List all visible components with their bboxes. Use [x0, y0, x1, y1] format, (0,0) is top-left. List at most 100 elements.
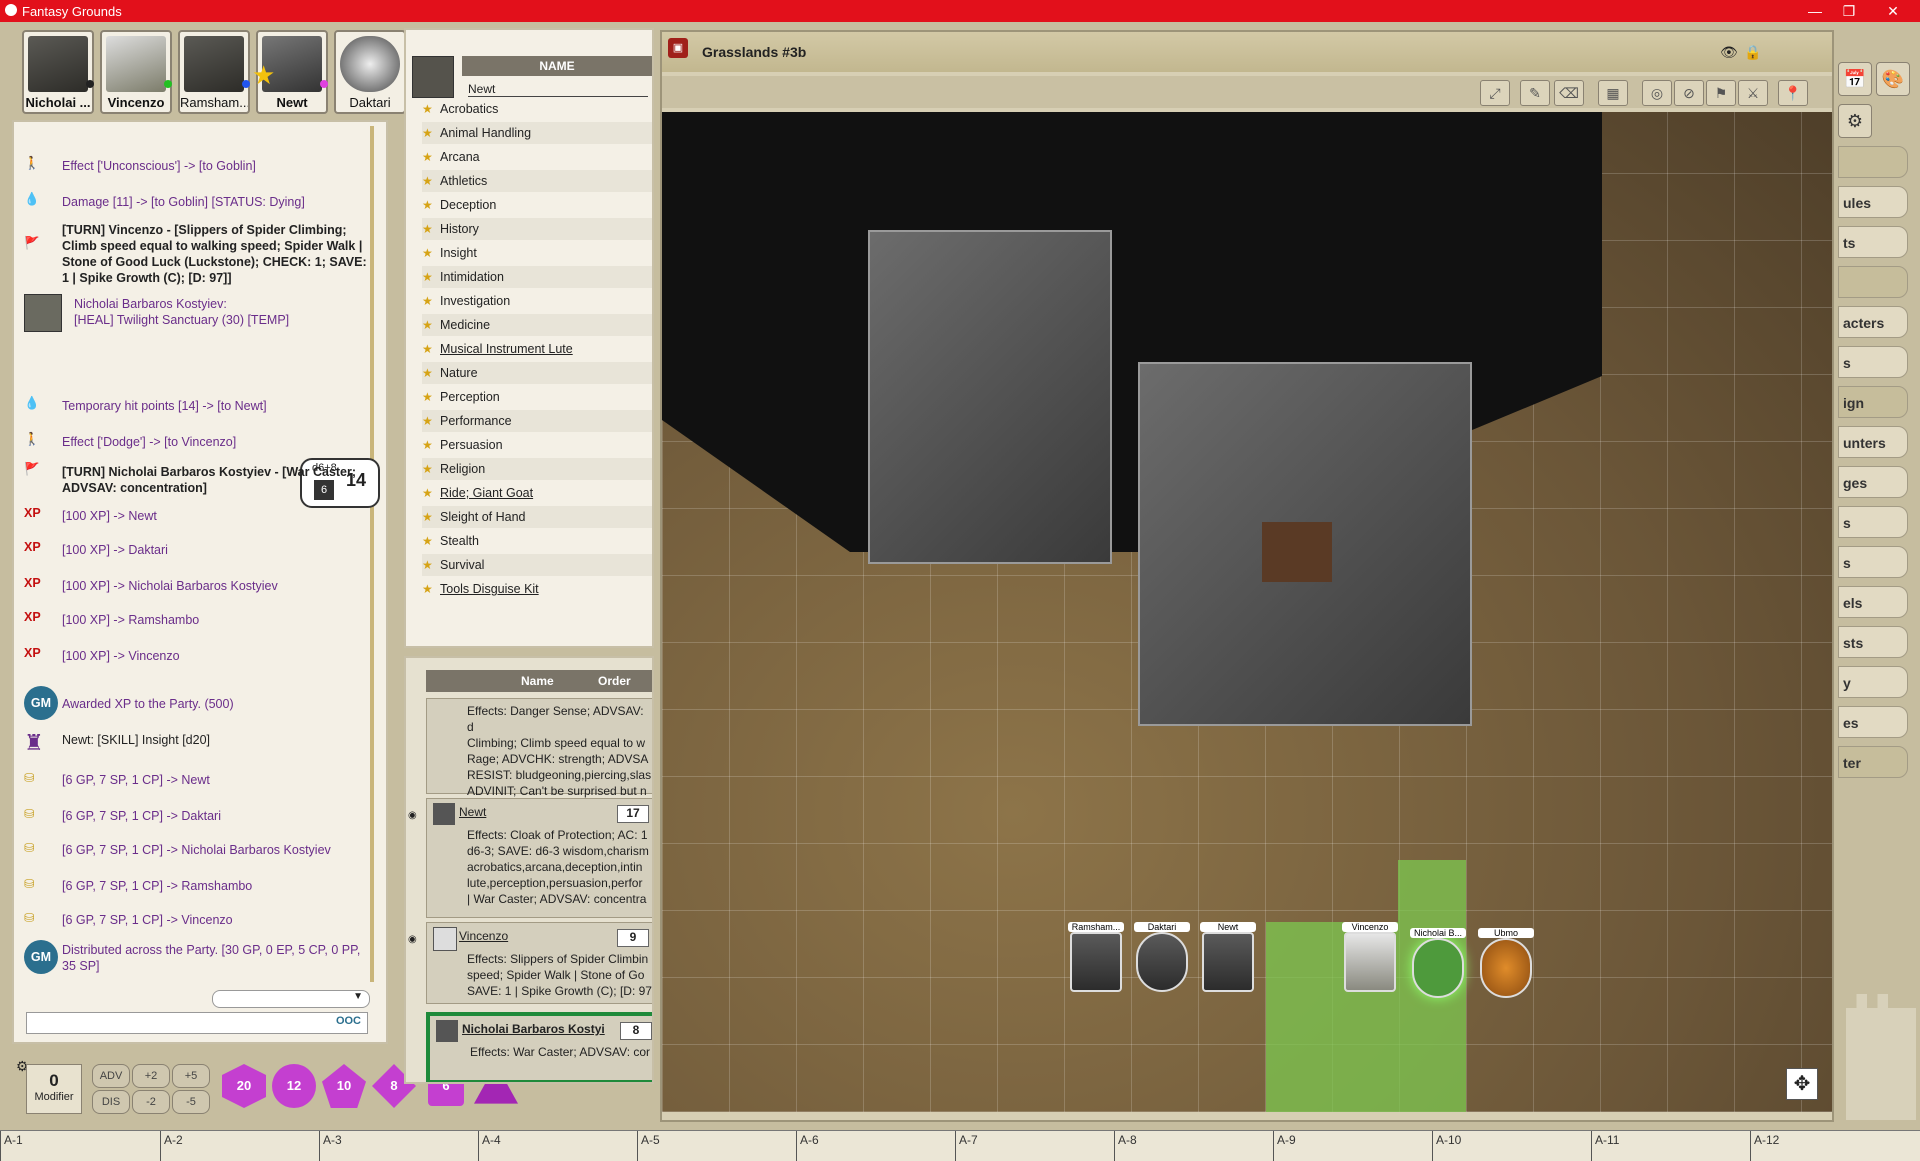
maximize-button[interactable]: ❐ — [1834, 2, 1864, 20]
options-gear-icon[interactable]: ⚙ — [1838, 104, 1872, 138]
sidebar-item-story[interactable]: y — [1838, 666, 1908, 698]
sidebar-item-campaign[interactable]: ign — [1838, 386, 1908, 418]
chat-panel: 🚶 Effect ['Unconscious'] -> [to Goblin] 💧… — [12, 120, 388, 1044]
sidebar-item-notes[interactable]: s — [1838, 546, 1908, 578]
map-token-ubmo[interactable]: Ubmo — [1478, 928, 1534, 998]
chat-mode-dropdown[interactable]: ▼ — [212, 990, 370, 1008]
skill-row[interactable]: ★ Sleight of Hand — [422, 506, 652, 528]
skill-row[interactable]: ★ Stealth — [422, 530, 652, 552]
hotkey-slot[interactable]: A-7 — [955, 1131, 978, 1161]
hotkey-slot[interactable]: A-2 — [160, 1131, 183, 1161]
skill-row[interactable]: ★ Persuasion — [422, 434, 652, 456]
radio-icon[interactable]: ◉ — [408, 810, 417, 821]
skill-row[interactable]: ★ Musical Instrument Lute — [422, 338, 652, 360]
skill-row[interactable]: ★ Intimidation — [422, 266, 652, 288]
radio-icon[interactable]: ◉ — [408, 934, 417, 945]
flag-icon[interactable]: ⚑ — [1706, 80, 1736, 106]
d12-die[interactable]: 12 — [272, 1064, 316, 1108]
skill-row[interactable]: ★ Ride; Giant Goat — [422, 482, 652, 504]
star-icon: ★ — [422, 342, 433, 356]
portrait-nicholai[interactable]: Nicholai ... — [22, 30, 94, 114]
hotkey-slot[interactable]: A-1 — [0, 1131, 23, 1161]
portrait-vincenzo[interactable]: Vincenzo — [100, 30, 172, 114]
portrait-ramshambo[interactable]: Ramsham... — [178, 30, 250, 114]
sidebar-item-rules[interactable]: ules — [1838, 186, 1908, 218]
lock-icon[interactable]: 🔒 — [1744, 44, 1761, 61]
hotkey-slot[interactable]: A-5 — [637, 1131, 660, 1161]
combat-entry-newt[interactable]: Newt 17 Effects: Cloak of Protection; AC… — [426, 798, 652, 918]
minus5-button[interactable]: -5 — [172, 1090, 210, 1114]
select-icon[interactable]: ▦ — [1598, 80, 1628, 106]
modifier-box[interactable]: 0 Modifier — [26, 1064, 82, 1114]
portrait-name: Ramsham... — [180, 95, 248, 110]
target-icon[interactable]: ◎ — [1642, 80, 1672, 106]
sidebar-item-items[interactable]: s — [1838, 506, 1908, 538]
map-token-nicholai[interactable]: Nicholai B... — [1410, 928, 1466, 998]
skill-row[interactable]: ★ Insight — [422, 242, 652, 264]
portrait-newt[interactable]: ★ Newt — [252, 30, 328, 114]
palette-icon[interactable]: 🎨 — [1876, 62, 1910, 96]
sidebar-item-library[interactable]: ter — [1838, 746, 1908, 778]
combat-entry-nicholai-active[interactable]: Nicholai Barbaros Kostyi 8 Effects: War … — [426, 1012, 652, 1082]
sidebar-item-quests[interactable]: sts — [1838, 626, 1908, 658]
fullscreen-icon[interactable]: ⤢ — [1480, 80, 1510, 106]
hotkey-slot[interactable]: A-11 — [1591, 1131, 1619, 1161]
combat-tracker: Name Order Effects: Danger Sense; ADVSAV… — [404, 656, 654, 1084]
plus2-button[interactable]: +2 — [132, 1064, 170, 1088]
sidebar-item-ts[interactable]: ts — [1838, 226, 1908, 258]
skill-row[interactable]: ★ Investigation — [422, 290, 652, 312]
skill-row[interactable]: ★ Deception — [422, 194, 652, 216]
map-token-daktari[interactable]: Daktari — [1134, 922, 1190, 992]
skill-row[interactable]: ★ Perception — [422, 386, 652, 408]
adv-button[interactable]: ADV — [92, 1064, 130, 1088]
sidebar-item[interactable] — [1838, 146, 1908, 178]
skill-row[interactable]: ★ Acrobatics — [422, 98, 652, 120]
map-token-vincenzo[interactable]: Vincenzo — [1342, 922, 1398, 992]
skill-row[interactable]: ★ Religion — [422, 458, 652, 480]
skill-row[interactable]: ★ Tools Disguise Kit — [422, 578, 652, 600]
hotkey-slot[interactable]: A-10 — [1432, 1131, 1461, 1161]
sidebar-item-encounters[interactable]: unters — [1838, 426, 1908, 458]
skill-row[interactable]: ★ Animal Handling — [422, 122, 652, 144]
skill-row[interactable]: ★ Survival — [422, 554, 652, 576]
combat-entry-vincenzo[interactable]: Vincenzo 9 Effects: Slippers of Spider C… — [426, 922, 652, 1004]
hotkey-slot[interactable]: A-12 — [1750, 1131, 1779, 1161]
sidebar-item-images[interactable]: ges — [1838, 466, 1908, 498]
skill-row[interactable]: ★ Arcana — [422, 146, 652, 168]
token-icon — [436, 1020, 458, 1042]
skill-row[interactable]: ★ Medicine — [422, 314, 652, 336]
visibility-icon[interactable]: 👁 — [1720, 44, 1738, 61]
pin-icon[interactable]: 📍 — [1778, 80, 1808, 106]
sidebar-item-parcels[interactable]: els — [1838, 586, 1908, 618]
minus2-button[interactable]: -2 — [132, 1090, 170, 1114]
skill-row[interactable]: ★ Performance — [422, 410, 652, 432]
combat-entry[interactable]: Effects: Danger Sense; ADVSAV: d Climbin… — [426, 698, 652, 798]
plus5-button[interactable]: +5 — [172, 1064, 210, 1088]
chat-input[interactable]: OOC — [26, 1012, 368, 1034]
hotkey-slot[interactable]: A-9 — [1273, 1131, 1296, 1161]
hotkey-slot[interactable]: A-6 — [796, 1131, 819, 1161]
sidebar-item-characters[interactable]: acters — [1838, 306, 1908, 338]
sidebar-item-s[interactable]: s — [1838, 346, 1908, 378]
hotkey-slot[interactable]: A-4 — [478, 1131, 501, 1161]
hotkey-slot[interactable]: A-3 — [319, 1131, 342, 1161]
clear-target-icon[interactable]: ⊘ — [1674, 80, 1704, 106]
hotkey-slot[interactable]: A-8 — [1114, 1131, 1137, 1161]
map-token-newt[interactable]: Newt — [1200, 922, 1256, 992]
skill-row[interactable]: ★ History — [422, 218, 652, 240]
recenter-icon[interactable]: ✥ — [1786, 1068, 1818, 1100]
map-token-ramshambo[interactable]: Ramsham... — [1068, 922, 1124, 992]
close-button[interactable]: ✕ — [1878, 2, 1908, 20]
portrait-daktari[interactable]: Daktari — [334, 30, 406, 114]
sidebar-item[interactable] — [1838, 266, 1908, 298]
skill-row[interactable]: ★ Nature — [422, 362, 652, 384]
sword-icon[interactable]: ⚔ — [1738, 80, 1768, 106]
map-canvas[interactable]: Ramsham... Daktari Newt Vincenzo Nichola… — [662, 112, 1832, 1112]
minimize-button[interactable]: — — [1800, 2, 1830, 20]
eraser-icon[interactable]: ⌫ — [1554, 80, 1584, 106]
calendar-icon[interactable]: 📅 — [1838, 62, 1872, 96]
sidebar-item-tables[interactable]: es — [1838, 706, 1908, 738]
dis-button[interactable]: DIS — [92, 1090, 130, 1114]
skill-row[interactable]: ★ Athletics — [422, 170, 652, 192]
pen-icon[interactable]: ✎ — [1520, 80, 1550, 106]
